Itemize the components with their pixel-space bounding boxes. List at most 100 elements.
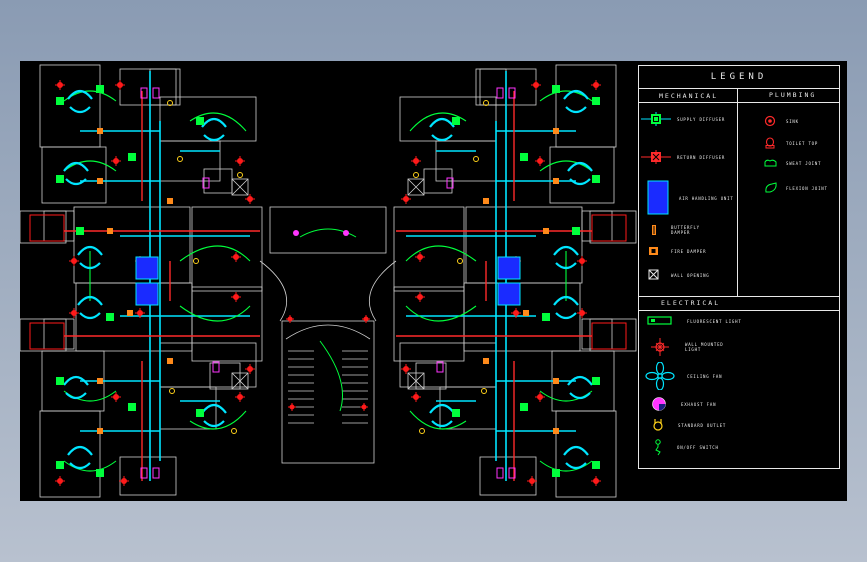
outlet-symbol [457, 258, 463, 264]
standard-outlet-icon [653, 419, 663, 431]
legend-panel: LEGEND MECHANICAL PLUMBING ELECTRICAL SU… [638, 65, 840, 469]
return-diffuser-icon [641, 150, 671, 164]
opening-cross [231, 178, 249, 196]
supply-diffuser-symbol [196, 117, 204, 125]
wire-run [405, 305, 477, 322]
plumbing-fixture-symbol [496, 467, 504, 479]
legend-item-sweat-joint: SWEAT JOINT [764, 158, 821, 168]
wall-light-symbol [55, 476, 65, 486]
outlet-symbol [193, 258, 199, 264]
damper-symbol [553, 178, 559, 184]
supply-diffuser-symbol [128, 403, 136, 411]
room-wall [555, 64, 617, 148]
light-core [413, 158, 419, 164]
supply-diffuser-symbol [452, 409, 460, 417]
supply-duct-runs [406, 71, 576, 481]
ceiling-fan-symbol [429, 403, 455, 428]
legend-title: LEGEND [639, 66, 839, 89]
legend-electrical-heading: ELECTRICAL [661, 299, 721, 307]
light-core [237, 158, 243, 164]
room-wall [465, 206, 583, 284]
room-wall [393, 286, 465, 362]
fan-blade [569, 178, 591, 186]
ceiling-fan-symbol [563, 445, 589, 470]
light-core [529, 478, 535, 484]
wall-opening-icon [648, 269, 659, 280]
wall-light-symbol [591, 80, 601, 90]
wall-light-symbol [360, 403, 368, 411]
air-handling-unit-icon [647, 180, 669, 215]
room-wall [589, 318, 637, 352]
supply-diffuser-symbol [56, 97, 64, 105]
fan-blade [201, 117, 227, 128]
supply-diffuser-symbol [592, 175, 600, 183]
supply-diffuser-symbol [592, 97, 600, 105]
wall-opening-symbol [407, 178, 425, 196]
fan-blade [563, 445, 589, 456]
sink-icon [764, 115, 776, 127]
plumbing-fixture-symbol [496, 87, 504, 99]
legend-item-switch: ON/OFF SWITCH [653, 438, 719, 456]
supply-diffuser-symbol [592, 377, 600, 385]
light-core [417, 294, 423, 300]
ceiling-fan-symbol [201, 117, 227, 142]
ahu-symbol [497, 256, 521, 280]
external-unit-box [591, 214, 627, 242]
return-duct-runs [396, 91, 592, 481]
supply-diffuser-symbol [128, 153, 136, 161]
supply-duct-runs [80, 71, 250, 481]
room-wall [73, 206, 191, 284]
light-core [289, 404, 295, 410]
wall-light-symbol [69, 308, 79, 318]
room-wall [159, 342, 257, 388]
room-wall [479, 68, 537, 106]
wall-light-symbol [415, 252, 425, 262]
supply-diffuser-symbol [592, 461, 600, 469]
light-core [403, 196, 409, 202]
room-wall [549, 146, 615, 204]
outlet-symbol [473, 156, 479, 162]
drawing-viewport[interactable]: LEGEND MECHANICAL PLUMBING ELECTRICAL SU… [20, 61, 847, 501]
damper-symbol [483, 358, 489, 364]
room-wall [41, 146, 107, 204]
light-core [233, 294, 239, 300]
building-half [20, 64, 263, 498]
fire-damper-icon [649, 247, 658, 255]
damper-symbol [483, 198, 489, 204]
plumbing-fixture-symbol [152, 87, 160, 99]
outlet-symbol [231, 428, 237, 434]
plumbing-fixture-symbol [212, 361, 220, 373]
legend-plumbing-heading: PLUMBING [769, 91, 817, 99]
mirrored-half [393, 64, 637, 498]
legend-item-standard-outlet: STANDARD OUTLET [652, 418, 726, 432]
wire-run [405, 245, 477, 262]
legend-item-wall-mounted-light: WALL MOUNTED LIGHT [649, 336, 735, 358]
room-wall [159, 96, 257, 142]
light-core [137, 310, 143, 316]
ceiling-fan-symbol [567, 161, 593, 186]
toilet-icon [765, 137, 775, 149]
wall-opening-symbol [231, 178, 249, 196]
ceiling-fan-symbol [201, 403, 227, 428]
plumbing-fixture-symbol [152, 467, 160, 479]
supply-diffuser-symbol [520, 403, 528, 411]
damper-symbol [553, 128, 559, 134]
ceiling-fan-symbol [67, 89, 93, 114]
room-wall [191, 286, 263, 362]
ceiling-fan-symbol [63, 375, 89, 400]
outlet-symbol [481, 388, 487, 394]
wall-light-symbol [286, 315, 294, 323]
outlet-symbol [177, 156, 183, 162]
damper-symbol [97, 178, 103, 184]
supply-diffuser-symbol [96, 469, 104, 477]
legend-item-supply-diffuser: SUPPLY DIFFUSER [641, 112, 725, 126]
ceiling-fan-symbol [567, 375, 593, 400]
room-wall [119, 456, 177, 496]
wall-light-symbol [119, 476, 129, 486]
building-half [393, 64, 637, 498]
ceiling-fan-symbol [429, 117, 455, 142]
room-wall [435, 140, 497, 182]
fan-blade [203, 134, 225, 142]
wire-run [63, 160, 117, 172]
supply-diffuser-symbol [76, 227, 84, 235]
